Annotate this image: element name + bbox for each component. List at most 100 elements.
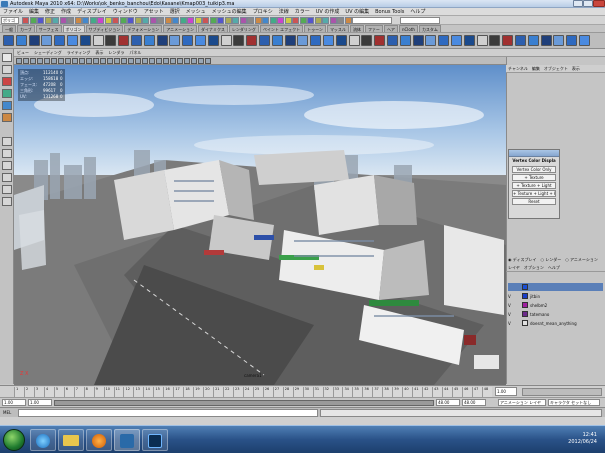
menu-item[interactable]: ディスプレイ: [77, 8, 107, 15]
shelf-tab[interactable]: 一般: [2, 25, 16, 32]
shelf-tab[interactable]: マッスル: [326, 25, 349, 32]
numeric-input-y[interactable]: [400, 17, 440, 24]
layer-row[interactable]: Vtatemano: [508, 310, 603, 318]
shelf-tool-icon[interactable]: [15, 35, 27, 46]
shelf-tool-icon[interactable]: [79, 35, 91, 46]
status-line-icon[interactable]: [52, 17, 59, 24]
shelf-tool-icon[interactable]: [476, 35, 488, 46]
shelf-tool-icon[interactable]: [335, 35, 347, 46]
four-view-layout-icon[interactable]: [2, 149, 12, 158]
layer-visibility-toggle[interactable]: V: [508, 294, 513, 299]
shelf-tool-icon[interactable]: [156, 35, 168, 46]
menu-item[interactable]: 作成: [61, 8, 71, 15]
menu-item[interactable]: 選択: [170, 8, 180, 15]
status-line-icon[interactable]: [67, 17, 74, 24]
vertex-color-button[interactable]: Reset: [512, 198, 556, 205]
ie-taskbar-icon[interactable]: [30, 429, 56, 451]
layer-row[interactable]: [508, 283, 603, 291]
channel-box-menu-item[interactable]: 表示: [572, 66, 580, 72]
layer-color-swatch[interactable]: [522, 284, 528, 290]
status-line-icon[interactable]: [307, 17, 314, 24]
status-line-icon[interactable]: [337, 17, 344, 24]
status-line-icon[interactable]: [344, 17, 352, 24]
layer-row[interactable]: Vshelbm2: [508, 301, 603, 309]
shelf-tab[interactable]: トゥーン: [304, 25, 326, 32]
shelf-tab[interactable]: カーブ: [17, 25, 35, 32]
shelf-tool-icon[interactable]: [566, 35, 578, 46]
shelf-tab[interactable]: ファー: [364, 25, 383, 32]
shelf-tool-icon[interactable]: [54, 35, 66, 46]
shelf-tool-icon[interactable]: [387, 35, 398, 46]
layer-mode-radio[interactable]: ○ アニメーション: [565, 257, 598, 263]
menu-item[interactable]: ヘルプ: [410, 8, 425, 15]
status-line-icon[interactable]: [59, 17, 67, 24]
shelf-tool-icon[interactable]: [553, 35, 565, 46]
layer-color-swatch[interactable]: [522, 320, 528, 326]
status-line-icon[interactable]: [134, 17, 142, 24]
status-line-icon[interactable]: [232, 17, 239, 24]
scale-tool-icon[interactable]: [2, 113, 12, 122]
shelf-tool-icon[interactable]: [28, 35, 40, 46]
panel-toolbar-icon[interactable]: [16, 58, 22, 64]
shelf-tool-icon[interactable]: [105, 35, 117, 46]
explorer-taskbar-icon[interactable]: [58, 429, 84, 451]
vertex-color-button[interactable]: + Texture + Light + HQ: [512, 190, 556, 197]
panel-toolbar-icon[interactable]: [149, 58, 155, 64]
paint-select-tool-icon[interactable]: [2, 77, 12, 86]
persp-graph-layout-icon[interactable]: [2, 173, 12, 182]
shelf-tool-icon[interactable]: [438, 35, 450, 46]
panel-toolbar-icon[interactable]: [198, 58, 204, 64]
panel-toolbar-icon[interactable]: [170, 58, 176, 64]
playback-start-field[interactable]: 1.00: [28, 399, 52, 406]
panel-toolbar-icon[interactable]: [121, 58, 127, 64]
status-line-icon[interactable]: [97, 17, 104, 24]
panel-menu-item[interactable]: ライティング: [67, 50, 91, 56]
status-line-icon[interactable]: [187, 17, 194, 24]
panel-menu-item[interactable]: 表示: [95, 50, 103, 56]
menu-item[interactable]: ウィンドウ: [113, 8, 138, 15]
layer-menu-item[interactable]: レイヤ: [508, 265, 520, 271]
panel-toolbar-icon[interactable]: [72, 58, 78, 64]
status-line-icon[interactable]: [164, 17, 172, 24]
panel-toolbar-icon[interactable]: [37, 58, 43, 64]
vertex-color-button[interactable]: Vertex Color Only: [512, 166, 556, 173]
shelf-tool-icon[interactable]: [67, 35, 78, 46]
status-line-icon[interactable]: [127, 17, 134, 24]
shelf-tab[interactable]: アニメーション: [163, 25, 198, 32]
panel-toolbar-icon[interactable]: [58, 58, 64, 64]
menu-item[interactable]: Bonus Tools: [375, 9, 404, 15]
range-slider-bar[interactable]: [54, 400, 434, 406]
panel-toolbar-icon[interactable]: [191, 58, 197, 64]
panel-toolbar-icon[interactable]: [23, 58, 29, 64]
menu-item[interactable]: UV の編集: [345, 8, 369, 15]
layer-color-swatch[interactable]: [522, 311, 528, 317]
character-set-dropdown[interactable]: キャラクタ セットなし: [548, 399, 600, 406]
shelf-tool-icon[interactable]: [271, 35, 283, 46]
shelf-tab[interactable]: サーフェス: [35, 25, 62, 32]
shelf-tool-icon[interactable]: [297, 35, 309, 46]
shelf-tool-icon[interactable]: [246, 35, 258, 46]
status-line-icon[interactable]: [314, 17, 322, 24]
shelf-tool-icon[interactable]: [118, 35, 130, 46]
layer-color-swatch[interactable]: [522, 302, 528, 308]
shelf-tab[interactable]: ダイナミクス: [198, 25, 228, 32]
time-ruler[interactable]: 1 2 3 4 5 6 7 8 9 10 11 12 13 14 15 16 17 18 19 20 21 22 23 24 2…: [14, 387, 492, 397]
vertex-color-button[interactable]: + Texture: [512, 174, 556, 181]
panel-toolbar-icon[interactable]: [100, 58, 106, 64]
menu-set-selector[interactable]: ポリゴン: [1, 17, 19, 29]
panel-toolbar-icon[interactable]: [184, 58, 190, 64]
mel-command-input[interactable]: [18, 409, 318, 417]
menu-item[interactable]: ファイル: [3, 8, 23, 15]
shelf-tab[interactable]: nCloth: [398, 25, 418, 32]
status-line-icon[interactable]: [247, 17, 254, 24]
current-frame-field[interactable]: 1.00: [495, 387, 517, 396]
panel-toolbar-icon[interactable]: [93, 58, 99, 64]
status-line-icon[interactable]: [224, 17, 232, 24]
shelf-tool-icon[interactable]: [348, 35, 360, 46]
status-line-icon[interactable]: [284, 17, 292, 24]
menu-item[interactable]: メッシュ: [186, 8, 206, 15]
panel-menu-item[interactable]: パネル: [129, 50, 141, 56]
minimize-button[interactable]: [573, 0, 583, 7]
shelf-tool-icon[interactable]: [207, 35, 219, 46]
shelf-tool-icon[interactable]: [515, 35, 526, 46]
